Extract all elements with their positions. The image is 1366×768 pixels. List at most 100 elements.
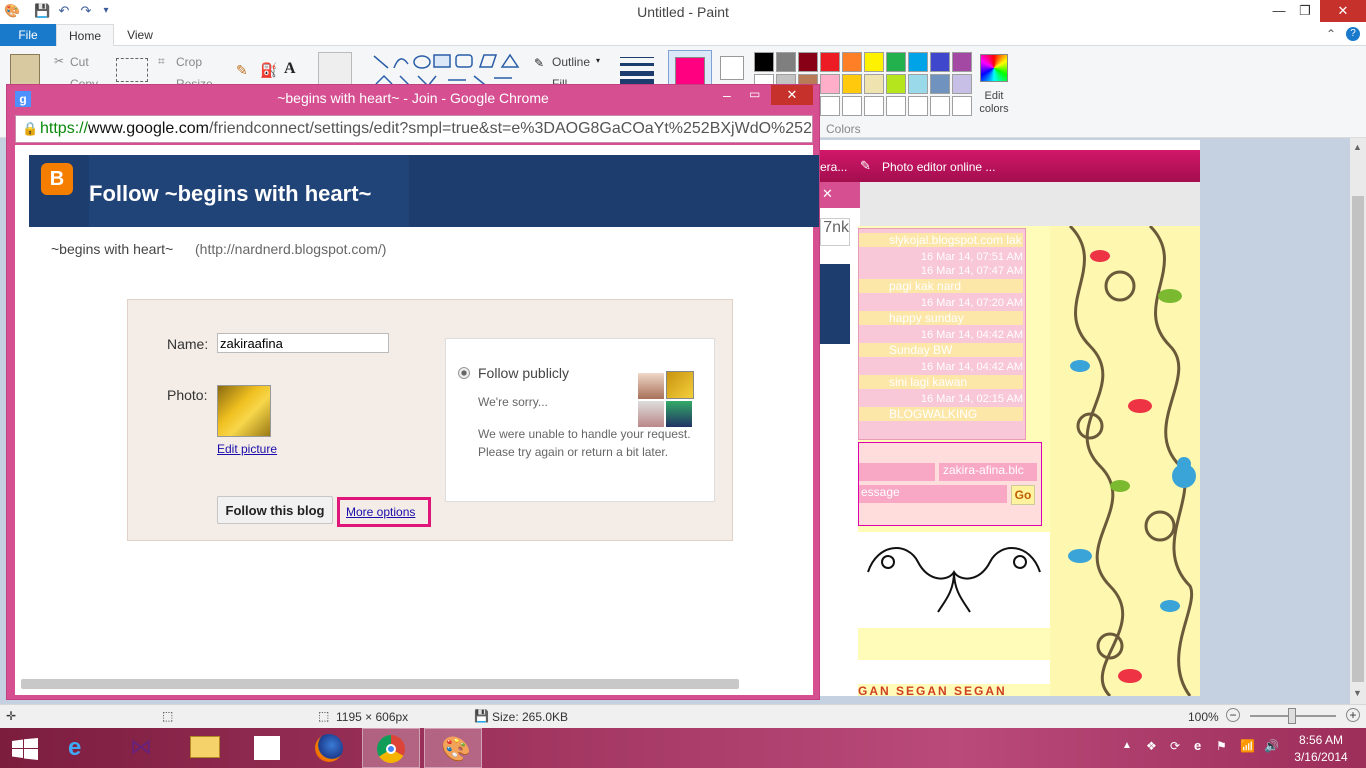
taskbar-chrome[interactable] xyxy=(362,728,420,768)
name-input[interactable] xyxy=(217,333,389,353)
palette-color-swatch[interactable] xyxy=(952,52,972,72)
tray-network-icon[interactable]: 📶 xyxy=(1240,739,1255,753)
select-icon[interactable] xyxy=(116,58,148,82)
firefox-icon xyxy=(315,734,343,762)
shoutbox-message: slykojal.blogspot.com lak xyxy=(859,233,1023,247)
follow-publicly-radio[interactable] xyxy=(458,367,470,379)
pencil-icon[interactable]: ✎ xyxy=(236,62,248,79)
custom-color-slot[interactable] xyxy=(842,96,862,116)
maximize-button[interactable]: ❐ xyxy=(1288,0,1322,22)
outline-dropdown-icon[interactable]: ▾ xyxy=(596,56,600,65)
custom-color-slot[interactable] xyxy=(952,96,972,116)
color1-swatch xyxy=(675,57,705,87)
palette-color-swatch[interactable] xyxy=(886,74,906,94)
taskbar-internet-explorer[interactable]: e xyxy=(52,728,110,768)
tray-dropbox-icon[interactable]: ❖ xyxy=(1146,739,1157,753)
clock-date[interactable]: 3/16/2014 xyxy=(1286,750,1356,764)
tray-ie-icon[interactable]: e xyxy=(1194,738,1201,753)
palette-color-swatch[interactable] xyxy=(908,52,928,72)
edit-picture-link[interactable]: Edit picture xyxy=(217,442,277,456)
palette-color-swatch[interactable] xyxy=(776,52,796,72)
palette-color-swatch[interactable] xyxy=(754,52,774,72)
palette-color-swatch[interactable] xyxy=(864,52,884,72)
bg-tab-title: Photo editor online ... xyxy=(882,160,996,174)
popup-horizontal-scrollbar[interactable] xyxy=(21,679,739,689)
popup-title: ~begins with heart~ - Join - Google Chro… xyxy=(277,90,549,106)
photo-label: Photo: xyxy=(167,387,208,403)
palette-color-swatch[interactable] xyxy=(842,52,862,72)
fill-bucket-icon[interactable]: ⛽ xyxy=(260,62,277,79)
size-icon[interactable] xyxy=(620,54,654,86)
palette-color-swatch[interactable] xyxy=(886,52,906,72)
tray-action-center-icon[interactable]: ⚑ xyxy=(1216,739,1227,753)
scroll-up-icon[interactable]: ▲ xyxy=(1353,142,1362,152)
shoutbox-message: sini lagi kawan xyxy=(859,375,1023,389)
outline-label[interactable]: Outline xyxy=(552,55,590,69)
taskbar-firefox[interactable] xyxy=(300,728,358,768)
scrollbar-thumb[interactable] xyxy=(1352,196,1364,682)
url-domain: www.google.com xyxy=(88,120,209,137)
palette-color-swatch[interactable] xyxy=(820,52,840,72)
follow-this-blog-button[interactable]: Follow this blog xyxy=(217,496,333,524)
scroll-down-icon[interactable]: ▼ xyxy=(1353,688,1362,698)
edit-colors-label[interactable]: Edit colors xyxy=(972,90,1016,116)
tray-volume-icon[interactable]: 🔊 xyxy=(1264,739,1279,753)
tab-view[interactable]: View xyxy=(114,24,166,46)
clock-time[interactable]: 8:56 AM xyxy=(1286,733,1356,747)
custom-color-slot[interactable] xyxy=(864,96,884,116)
cursor-position-icon: ✛ xyxy=(6,709,17,723)
name-label: Name: xyxy=(167,336,209,352)
shoutbox-timestamp: 16 Mar 14, 04:42 AM xyxy=(920,361,1023,373)
tray-sync-icon[interactable]: ⟳ xyxy=(1170,739,1180,753)
outline-icon[interactable]: ✎ xyxy=(534,56,544,70)
taskbar-store[interactable] xyxy=(238,728,296,768)
popup-maximize-button[interactable]: ▭ xyxy=(749,87,760,101)
vertical-scrollbar[interactable]: ▲ ▼ xyxy=(1350,138,1366,704)
selection-size-icon: ⬚ xyxy=(162,709,174,723)
cut-icon[interactable]: ✂ xyxy=(54,54,64,68)
taskbar-file-explorer[interactable] xyxy=(176,728,234,768)
palette-color-swatch[interactable] xyxy=(820,74,840,94)
custom-color-slot[interactable] xyxy=(820,96,840,116)
palette-color-swatch[interactable] xyxy=(930,74,950,94)
bg-floral-pattern xyxy=(1050,226,1200,696)
more-options-link[interactable]: More options xyxy=(346,505,415,519)
taskbar-paint[interactable]: 🎨 xyxy=(424,728,482,768)
palette-color-swatch[interactable] xyxy=(952,74,972,94)
follower-avatar-4 xyxy=(666,401,692,427)
tab-home[interactable]: Home xyxy=(56,24,114,47)
start-button[interactable] xyxy=(12,738,38,760)
file-size-icon: 💾 xyxy=(474,709,489,723)
custom-color-slot[interactable] xyxy=(908,96,928,116)
palette-color-swatch[interactable] xyxy=(908,74,928,94)
crop-icon[interactable]: ⌗ xyxy=(158,54,165,69)
chrome-icon-center xyxy=(386,744,396,754)
zoom-out-button[interactable]: − xyxy=(1226,708,1240,722)
popup-minimize-button[interactable]: – xyxy=(723,87,731,103)
palette-color-swatch[interactable] xyxy=(864,74,884,94)
taskbar-visual-studio[interactable]: ⋈ xyxy=(114,728,172,768)
text-tool-icon[interactable]: A xyxy=(284,60,296,78)
tab-file[interactable]: File xyxy=(0,24,56,46)
palette-color-swatch[interactable] xyxy=(930,52,950,72)
edit-colors-icon[interactable] xyxy=(980,54,1008,82)
show-hidden-icons[interactable]: ▲ xyxy=(1122,740,1132,751)
color2-button[interactable] xyxy=(720,56,744,80)
popup-url-bar[interactable]: 🔒 https://www.google.com/friendconnect/s… xyxy=(15,115,813,143)
collapse-ribbon-icon[interactable]: ⌃ xyxy=(1326,27,1336,41)
cut-label[interactable]: Cut xyxy=(70,55,89,69)
palette-color-swatch[interactable] xyxy=(798,52,818,72)
crop-label[interactable]: Crop xyxy=(176,55,202,69)
popup-close-button[interactable]: ✕ xyxy=(771,85,813,105)
zoom-in-button[interactable]: + xyxy=(1346,708,1360,722)
colors-group-label: Colors xyxy=(826,122,861,136)
zoom-slider-thumb[interactable] xyxy=(1288,708,1296,724)
help-icon[interactable]: ? xyxy=(1346,27,1360,41)
shoutbox-message-field: essage xyxy=(859,485,1007,503)
custom-color-slot[interactable] xyxy=(886,96,906,116)
palette-color-swatch[interactable] xyxy=(842,74,862,94)
bg-close-icon: ✕ xyxy=(822,186,833,201)
brushes-icon[interactable] xyxy=(318,52,352,86)
custom-color-slot[interactable] xyxy=(930,96,950,116)
close-button[interactable]: ✕ xyxy=(1320,0,1366,22)
